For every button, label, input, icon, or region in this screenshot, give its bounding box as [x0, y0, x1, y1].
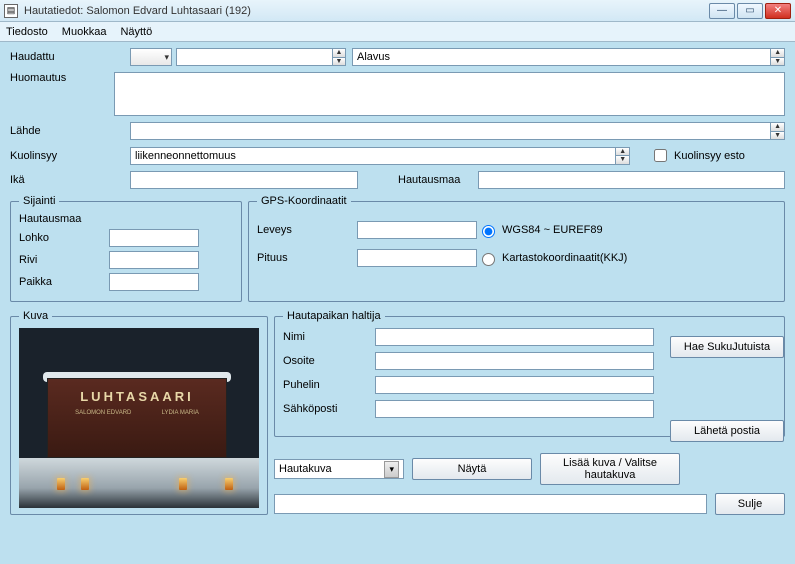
sijainti-fieldset: Sijainti Hautausmaa Lohko Rivi Paikka — [10, 195, 242, 302]
kkj-radio[interactable] — [482, 253, 495, 266]
minimize-button[interactable]: — — [709, 3, 735, 19]
stone-sub-right: LYDIA MARIA — [162, 410, 199, 416]
gps-legend: GPS-Koordinaatit — [257, 195, 351, 207]
nimi-input[interactable] — [375, 328, 654, 346]
paikka-label: Paikka — [19, 276, 109, 288]
sulje-button[interactable]: Sulje — [715, 493, 785, 515]
leveys-input[interactable] — [357, 221, 477, 239]
kuolinsyy-spin[interactable]: ▲▼ — [130, 147, 630, 165]
lahde-label: Lähde — [10, 125, 130, 137]
lahde-down[interactable]: ▼ — [771, 132, 784, 140]
haltija-legend: Hautapaikan haltija — [283, 310, 385, 322]
window-title: Hautatiedot: Salomon Edvard Luhtasaari (… — [24, 5, 709, 17]
kuolinsyy-label: Kuolinsyy — [10, 150, 130, 162]
spin-down-2[interactable]: ▼ — [771, 58, 784, 66]
kuolinsyy-esto-label: Kuolinsyy esto — [674, 150, 745, 162]
nayta-button[interactable]: Näytä — [412, 458, 532, 480]
status-input[interactable] — [274, 494, 707, 514]
huomautus-input[interactable] — [114, 72, 785, 116]
kuva-fieldset: Kuva LUHTASAARI SALOMON EDVARD LYDIA MAR… — [10, 310, 268, 515]
ika-input[interactable] — [130, 171, 358, 189]
haudattu-combo[interactable] — [130, 48, 172, 66]
menu-file[interactable]: Tiedosto — [6, 26, 48, 38]
pituus-label: Pituus — [257, 252, 357, 264]
rivi-label: Rivi — [19, 254, 109, 266]
kuolinsyy-esto-checkbox[interactable] — [654, 149, 667, 162]
haudattu-spin-input[interactable] — [177, 49, 332, 65]
lahde-spin[interactable]: ▲▼ — [130, 122, 785, 140]
menu-edit[interactable]: Muokkaa — [62, 26, 107, 38]
lohko-label: Lohko — [19, 232, 109, 244]
hautausmaa-input[interactable] — [478, 171, 785, 189]
lahde-up[interactable]: ▲ — [771, 123, 784, 132]
kuva-image[interactable]: LUHTASAARI SALOMON EDVARD LYDIA MARIA — [19, 328, 259, 508]
hae-sukujutuista-button[interactable]: Hae SukuJutuista — [670, 336, 784, 358]
wgs-label: WGS84 ~ EUREF89 — [502, 224, 603, 236]
lahde-input[interactable] — [131, 123, 770, 139]
kuolinsyy-input[interactable] — [131, 148, 615, 164]
spin-up[interactable]: ▲ — [333, 49, 345, 58]
haudattu-big-spin[interactable]: ▲▼ — [352, 48, 785, 66]
wgs-radio[interactable] — [482, 225, 495, 238]
maximize-button[interactable]: ▭ — [737, 3, 763, 19]
kkj-label: Kartastokoordinaatit(KKJ) — [502, 252, 627, 264]
osoite-label: Osoite — [283, 355, 375, 367]
stone-name: LUHTASAARI — [48, 389, 226, 404]
sahkoposti-input[interactable] — [375, 400, 654, 418]
hautausmaa-label: Hautausmaa — [398, 174, 478, 186]
hautakuva-combo[interactable]: Hautakuva — [274, 459, 404, 479]
laheta-postia-button[interactable]: Lähetä postia — [670, 420, 784, 442]
spin-down[interactable]: ▼ — [333, 58, 345, 66]
sij-hautausmaa-fieldset: Hautausmaa Lohko Rivi Paikka — [19, 213, 233, 295]
puhelin-label: Puhelin — [283, 379, 375, 391]
ika-label: Ikä — [10, 174, 130, 186]
app-icon: ▤ — [4, 4, 18, 18]
kuolinsyy-up[interactable]: ▲ — [616, 148, 629, 157]
sahkoposti-label: Sähköposti — [283, 403, 375, 415]
kuva-legend: Kuva — [19, 310, 52, 322]
haudattu-big-input[interactable] — [353, 49, 770, 65]
close-button[interactable]: ✕ — [765, 3, 791, 19]
huomautus-label: Huomautus — [10, 72, 114, 84]
haltija-fieldset: Hautapaikan haltija Nimi Osoite Puhelin — [274, 310, 785, 437]
rivi-input[interactable] — [109, 251, 199, 269]
hautakuva-combo-label: Hautakuva — [279, 463, 332, 475]
haudattu-label: Haudattu — [10, 51, 130, 63]
kuolinsyy-down[interactable]: ▼ — [616, 156, 629, 164]
sijainti-legend: Sijainti — [19, 195, 59, 207]
lohko-input[interactable] — [109, 229, 199, 247]
paikka-input[interactable] — [109, 273, 199, 291]
pituus-input[interactable] — [357, 249, 477, 267]
sij-hautausmaa-legend: Hautausmaa — [19, 213, 233, 225]
stone-sub-left: SALOMON EDVARD — [75, 410, 131, 416]
osoite-input[interactable] — [375, 352, 654, 370]
haudattu-spin[interactable]: ▲▼ — [176, 48, 346, 66]
nimi-label: Nimi — [283, 331, 375, 343]
gps-fieldset: GPS-Koordinaatit Leveys WGS84 ~ EUREF89 … — [248, 195, 785, 302]
puhelin-input[interactable] — [375, 376, 654, 394]
leveys-label: Leveys — [257, 224, 357, 236]
spin-up-2[interactable]: ▲ — [771, 49, 784, 58]
lisaa-kuva-button[interactable]: Lisää kuva / Valitse hautakuva — [540, 453, 680, 485]
menu-view[interactable]: Näyttö — [120, 26, 152, 38]
